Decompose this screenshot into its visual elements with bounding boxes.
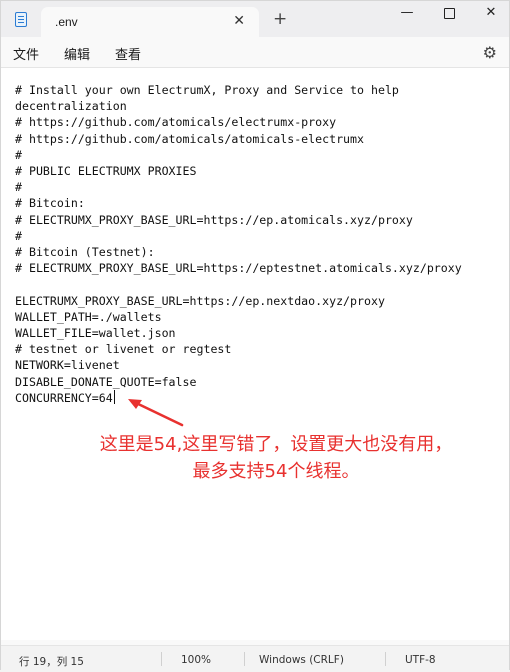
encoding: UTF-8	[405, 654, 436, 666]
line-5: # PUBLIC ELECTRUMX PROXIES	[15, 164, 197, 179]
line-8: # ELECTRUMX_PROXY_BASE_URL=https://ep.at…	[15, 212, 413, 227]
new-tab-icon[interactable]: +	[273, 9, 287, 29]
tab-close-icon[interactable]: ✕	[233, 13, 245, 29]
close-window-button[interactable]: ✕	[471, 3, 510, 31]
status-divider	[244, 652, 245, 666]
editor-content[interactable]: # Install your own ElectrumX, Proxy and …	[15, 82, 495, 406]
cursor-position: 行 19，列 15	[19, 656, 84, 668]
line-18: DISABLE_DONATE_QUOTE=false	[15, 374, 197, 389]
status-bar: 行 19，列 15 100% Windows (CRLF) UTF-8	[1, 645, 509, 672]
notepad-window: .env ✕ + — ✕ 文件 编辑 查看 ⚙ # Install your o…	[0, 0, 510, 672]
annotation-line-1: 这里是54,这里写错了，设置更大也没有用，	[99, 434, 453, 455]
line-3: # https://github.com/atomicals/atomicals…	[15, 131, 365, 146]
line-10: # Bitcoin (Testnet):	[15, 245, 155, 260]
annotation-line-2: 最多支持54个线程。	[192, 461, 360, 482]
line-11: # ELECTRUMX_PROXY_BASE_URL=https://eptes…	[15, 261, 462, 276]
annotation-arrow-icon	[128, 399, 184, 427]
annotation-note: 这里是54,这里写错了，设置更大也没有用， 最多支持54个线程。	[41, 431, 510, 485]
maximize-icon	[443, 8, 455, 19]
menu-file[interactable]: 文件	[13, 44, 39, 63]
menu-bar: 文件 编辑 查看 ⚙	[1, 37, 509, 68]
text-cursor	[113, 389, 115, 404]
minimize-button[interactable]: —	[387, 3, 427, 31]
title-bar: .env ✕ + — ✕	[1, 1, 509, 37]
line-6: #	[15, 180, 22, 195]
line-17: NETWORK=livenet	[15, 358, 120, 373]
maximize-button[interactable]	[429, 3, 469, 31]
line-15: WALLET_FILE=wallet.json	[15, 326, 176, 341]
line-16: # testnet or livenet or regtest	[15, 342, 232, 357]
settings-gear-icon[interactable]: ⚙	[483, 43, 497, 62]
tab-env[interactable]: .env ✕	[41, 7, 259, 37]
line-19: CONCURRENCY=64	[15, 390, 113, 405]
line-ending: Windows (CRLF)	[259, 654, 344, 666]
text-editor[interactable]: # Install your own ElectrumX, Proxy and …	[1, 68, 509, 640]
zoom-level: 100%	[181, 654, 212, 666]
line-2: # https://github.com/atomicals/electrumx…	[15, 115, 337, 130]
tab-title: .env	[55, 15, 78, 29]
line-7: # Bitcoin:	[15, 196, 85, 211]
menu-edit[interactable]: 编辑	[64, 44, 90, 63]
line-4: #	[15, 147, 22, 162]
line-9: #	[15, 228, 22, 243]
notepad-icon	[15, 12, 27, 27]
status-divider	[385, 652, 386, 666]
status-divider	[161, 652, 162, 666]
menu-view[interactable]: 查看	[115, 44, 141, 63]
line-1: # Install your own ElectrumX, Proxy and …	[15, 83, 406, 114]
line-14: WALLET_PATH=./wallets	[15, 309, 162, 324]
line-13: ELECTRUMX_PROXY_BASE_URL=https://ep.next…	[15, 293, 385, 308]
